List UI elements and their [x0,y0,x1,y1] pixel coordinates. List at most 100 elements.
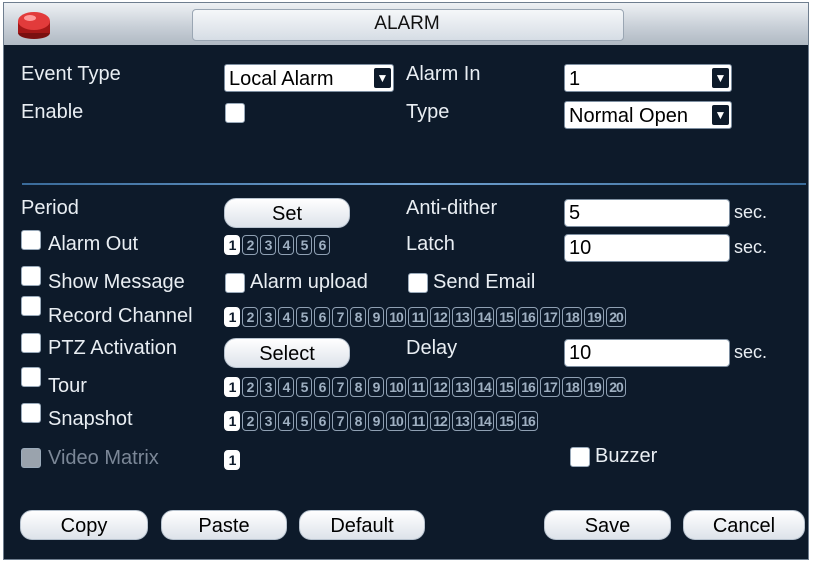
save-button[interactable]: Save [544,510,671,540]
channel-button-5[interactable]: 5 [296,377,312,397]
channel-button-2[interactable]: 2 [242,235,258,255]
channel-button-6[interactable]: 6 [314,235,330,255]
channel-button-13[interactable]: 13 [452,411,472,431]
paste-button[interactable]: Paste [161,510,287,540]
channel-button-5[interactable]: 5 [296,307,312,327]
anti-dither-input[interactable]: 5 [564,199,730,227]
logo-icon [18,12,50,39]
ptz-select-button[interactable]: Select [224,338,350,368]
snapshot-checkbox[interactable] [21,403,41,423]
channel-button-3[interactable]: 3 [260,377,276,397]
channel-button-7[interactable]: 7 [332,377,348,397]
channel-button-9[interactable]: 9 [368,377,384,397]
channel-button-11[interactable]: 11 [408,377,428,397]
channel-button-19[interactable]: 19 [584,307,604,327]
type-value: Normal Open [569,105,688,127]
channel-button-3[interactable]: 3 [260,235,276,255]
channel-button-3[interactable]: 3 [260,411,276,431]
channel-button-14[interactable]: 14 [474,377,494,397]
tour-checkbox[interactable] [21,367,41,387]
video-matrix-checkbox[interactable] [21,448,41,468]
channel-button-1[interactable]: 1 [224,307,240,327]
channel-button-13[interactable]: 13 [452,377,472,397]
channel-button-6[interactable]: 6 [314,377,330,397]
show-message-checkbox[interactable] [21,266,41,286]
channel-button-6[interactable]: 6 [314,307,330,327]
alarm-window: ALARM Event Type Local Alarm ▼ Alarm In … [3,2,809,560]
type-select[interactable]: Normal Open ▼ [564,101,732,129]
period-set-button[interactable]: Set [224,198,350,228]
delay-unit: sec. [734,342,768,362]
alarm-out-checkbox[interactable] [21,230,41,250]
channel-button-10[interactable]: 10 [386,307,406,327]
channel-button-17[interactable]: 17 [540,307,560,327]
channel-button-1[interactable]: 1 [224,377,240,397]
dropdown-arrow-icon: ▼ [712,105,729,125]
channel-button-15[interactable]: 15 [496,411,516,431]
alarm-in-select[interactable]: 1 ▼ [564,64,732,92]
latch-input[interactable]: 10 [564,234,730,262]
channel-button-20[interactable]: 20 [606,307,626,327]
channel-button-18[interactable]: 18 [562,307,582,327]
anti-dither-label: Anti-dither [406,197,498,219]
latch-label: Latch [406,233,455,255]
channel-button-1[interactable]: 1 [224,235,240,255]
channel-button-16[interactable]: 16 [518,307,538,327]
channel-button-16[interactable]: 16 [518,411,538,431]
buzzer-label: Buzzer [595,445,658,467]
channel-button-15[interactable]: 15 [496,377,516,397]
event-type-select[interactable]: Local Alarm ▼ [224,64,394,92]
channel-button-7[interactable]: 7 [332,411,348,431]
channel-button-8[interactable]: 8 [350,307,366,327]
delay-input[interactable]: 10 [564,339,730,367]
enable-checkbox[interactable] [225,103,245,123]
channel-button-10[interactable]: 10 [386,411,406,431]
channel-button-8[interactable]: 8 [350,377,366,397]
channel-button-15[interactable]: 15 [496,307,516,327]
channel-button-7[interactable]: 7 [332,307,348,327]
channel-button-20[interactable]: 20 [606,377,626,397]
channel-button-4[interactable]: 4 [278,377,294,397]
channel-button-2[interactable]: 2 [242,377,258,397]
channel-button-1[interactable]: 1 [224,450,240,470]
send-email-checkbox[interactable] [408,273,428,293]
channel-button-5[interactable]: 5 [296,411,312,431]
channel-button-12[interactable]: 12 [430,307,450,327]
video-matrix-label: Video Matrix [48,447,159,469]
channel-button-4[interactable]: 4 [278,307,294,327]
channel-button-11[interactable]: 11 [408,411,428,431]
channel-button-9[interactable]: 9 [368,411,384,431]
channel-button-16[interactable]: 16 [518,377,538,397]
channel-button-12[interactable]: 12 [430,411,450,431]
copy-button[interactable]: Copy [20,510,148,540]
channel-button-10[interactable]: 10 [386,377,406,397]
channel-button-19[interactable]: 19 [584,377,604,397]
channel-button-18[interactable]: 18 [562,377,582,397]
channel-button-11[interactable]: 11 [408,307,428,327]
channel-button-9[interactable]: 9 [368,307,384,327]
channel-button-14[interactable]: 14 [474,307,494,327]
channel-button-3[interactable]: 3 [260,307,276,327]
channel-button-12[interactable]: 12 [430,377,450,397]
channel-button-8[interactable]: 8 [350,411,366,431]
channel-button-5[interactable]: 5 [296,235,312,255]
ptz-activation-checkbox[interactable] [21,333,41,353]
channel-button-2[interactable]: 2 [242,411,258,431]
default-button[interactable]: Default [299,510,425,540]
channel-button-1[interactable]: 1 [224,411,240,431]
channel-button-14[interactable]: 14 [474,411,494,431]
cancel-button[interactable]: Cancel [683,510,805,540]
channel-button-17[interactable]: 17 [540,377,560,397]
title-bar: ALARM [4,3,808,45]
channel-button-6[interactable]: 6 [314,411,330,431]
channel-button-2[interactable]: 2 [242,307,258,327]
channel-button-13[interactable]: 13 [452,307,472,327]
event-type-value: Local Alarm [229,68,334,90]
channel-button-4[interactable]: 4 [278,411,294,431]
alarm-out-label: Alarm Out [48,233,139,255]
record-channel-checkbox[interactable] [21,296,41,316]
channel-button-4[interactable]: 4 [278,235,294,255]
buzzer-checkbox[interactable] [570,447,590,467]
alarm-upload-checkbox[interactable] [225,273,245,293]
tour-label: Tour [48,375,87,397]
